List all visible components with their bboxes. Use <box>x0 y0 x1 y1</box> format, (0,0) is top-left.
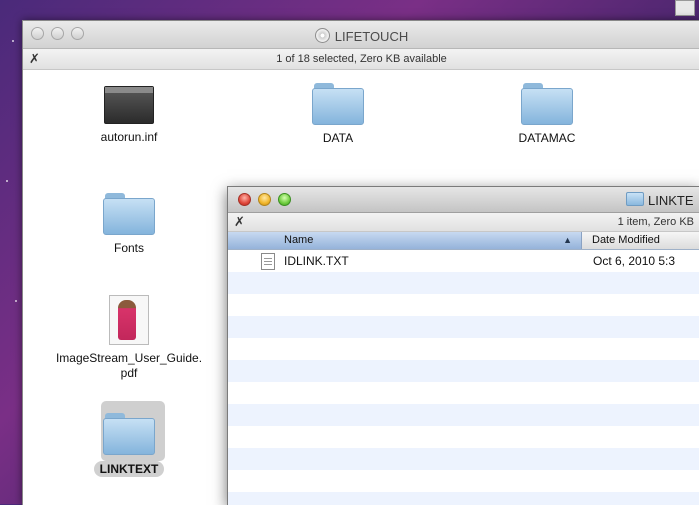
file-label: ImageStream_User_Guide. pdf <box>23 351 235 381</box>
folder-linktext[interactable]: LINKTEXT <box>74 413 184 477</box>
folder-icon <box>103 193 155 235</box>
status-text: 1 of 18 selected, Zero KB available <box>276 53 447 65</box>
column-header-name[interactable]: Name ▲ <box>228 232 582 249</box>
folder-label: Fonts <box>113 241 144 255</box>
empty-row <box>228 360 699 382</box>
list-header: Name ▲ Date Modified <box>228 232 699 250</box>
window-titlebar[interactable]: LINKTE <box>228 187 699 213</box>
executable-icon <box>104 86 154 124</box>
window-title-text: LINKTE <box>648 193 694 208</box>
folder-fonts[interactable]: Fonts <box>74 193 184 255</box>
empty-row <box>228 492 699 505</box>
desktop-star <box>12 40 14 42</box>
empty-row <box>228 338 699 360</box>
sort-ascending-icon: ▲ <box>563 235 572 245</box>
column-header-date[interactable]: Date Modified <box>582 232 699 249</box>
empty-row <box>228 316 699 338</box>
column-date-label: Date Modified <box>592 234 660 246</box>
empty-row <box>228 426 699 448</box>
file-label-line1: ImageStream_User_Guide. <box>55 351 203 365</box>
empty-row <box>228 382 699 404</box>
empty-row <box>228 470 699 492</box>
finder-window-linktext: LINKTE ✗ 1 item, Zero KB Name ▲ Date Mod… <box>227 186 699 505</box>
empty-row <box>228 448 699 470</box>
window-titlebar[interactable]: LIFETOUCH <box>23 21 699 49</box>
folder-label: DATA <box>322 131 354 145</box>
status-bar: ✗ 1 of 18 selected, Zero KB available <box>23 49 699 70</box>
file-label: autorun.inf <box>100 130 158 144</box>
desktop-star <box>6 180 8 182</box>
disk-icon <box>314 28 330 43</box>
desktop-document-icon[interactable] <box>675 0 695 16</box>
folder-icon <box>521 83 573 125</box>
folder-label-selected: LINKTEXT <box>93 461 165 477</box>
close-button[interactable] <box>238 193 251 206</box>
window-title: LIFETOUCH <box>23 28 699 44</box>
pin-icon: ✗ <box>234 214 245 229</box>
zoom-button[interactable] <box>278 193 291 206</box>
text-document-icon <box>261 253 275 270</box>
window-title-text: LIFETOUCH <box>334 29 409 44</box>
file-autorun-inf[interactable]: autorun.inf <box>74 83 184 144</box>
folder-datamac[interactable]: DATAMAC <box>492 83 602 145</box>
empty-row <box>228 404 699 426</box>
empty-row <box>228 294 699 316</box>
list-row[interactable]: IDLINK.TXT Oct 6, 2010 5:3 <box>228 250 699 272</box>
folder-icon <box>626 192 644 206</box>
pin-icon: ✗ <box>29 51 40 66</box>
file-imagestream-pdf[interactable]: ImageStream_User_Guide. pdf <box>23 295 235 381</box>
folder-data[interactable]: DATA <box>283 83 393 145</box>
status-bar: ✗ 1 item, Zero KB <box>228 213 699 232</box>
column-name-label: Name <box>284 234 314 246</box>
empty-row <box>228 272 699 294</box>
folder-label: DATAMAC <box>518 131 576 145</box>
file-name: IDLINK.TXT <box>284 254 349 268</box>
window-title: LINKTE <box>626 192 694 208</box>
file-label-line2: pdf <box>120 366 138 380</box>
status-text: 1 item, Zero KB <box>617 216 694 228</box>
pdf-icon <box>109 295 149 345</box>
minimize-button[interactable] <box>258 193 271 206</box>
folder-icon <box>103 413 155 455</box>
desktop-star <box>15 300 17 302</box>
folder-icon <box>312 83 364 125</box>
file-date: Oct 6, 2010 5:3 <box>593 254 676 268</box>
